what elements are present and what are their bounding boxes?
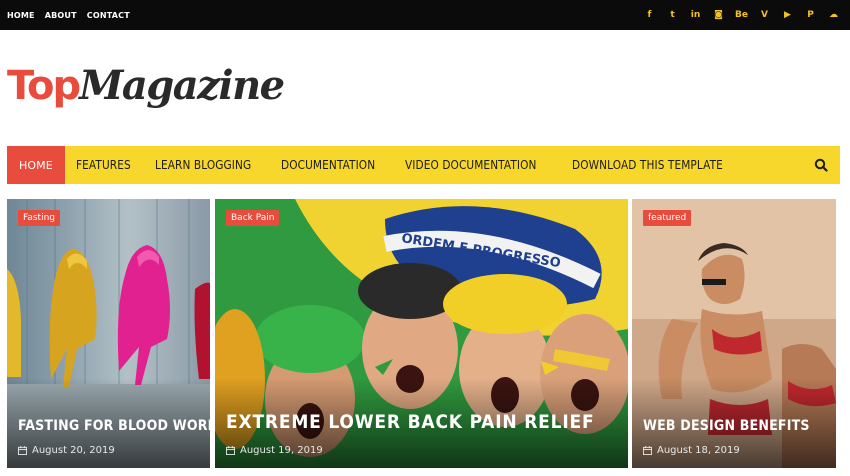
category-badge[interactable]: Fasting: [18, 210, 61, 226]
top-link-contact[interactable]: CONTACT: [87, 11, 130, 20]
card-date: August 18, 2019: [643, 445, 740, 456]
twitter-icon[interactable]: t: [666, 9, 679, 22]
card-date: August 19, 2019: [226, 445, 323, 456]
calendar-icon: [226, 446, 235, 455]
card-date-text: August 20, 2019: [32, 445, 115, 456]
nav-item-learn-blogging[interactable]: LEARN BLOGGING: [144, 146, 262, 184]
card-title[interactable]: FASTING FOR BLOOD WORK: [18, 418, 210, 434]
social-icons: f t in ◙ Be V ▶ P ☁: [643, 0, 840, 30]
facebook-icon[interactable]: f: [643, 9, 656, 22]
featured-card-back-pain[interactable]: ORDEM E PROGRESSO Back Pain EXTREME LOWE…: [215, 199, 628, 468]
logo-part-top: Top: [7, 63, 81, 109]
main-nav: HOME FEATURES LEARN BLOGGING DOCUMENTATI…: [7, 146, 840, 184]
nav-item-features[interactable]: FEATURES: [65, 146, 142, 184]
card-date-text: August 19, 2019: [240, 445, 323, 456]
nav-item-video-documentation[interactable]: VIDEO DOCUMENTATION: [394, 146, 548, 184]
nav-item-documentation[interactable]: DOCUMENTATION: [270, 146, 386, 184]
top-link-home[interactable]: HOME: [7, 11, 35, 20]
card-date-text: August 18, 2019: [657, 445, 740, 456]
card-title[interactable]: WEB DESIGN BENEFITS: [643, 418, 810, 434]
behance-icon[interactable]: Be: [735, 9, 748, 22]
linkedin-icon[interactable]: in: [689, 9, 702, 22]
instagram-icon[interactable]: ◙: [712, 9, 725, 22]
card-date: August 20, 2019: [18, 445, 115, 456]
calendar-icon: [18, 446, 27, 455]
youtube-icon[interactable]: ▶: [781, 9, 794, 22]
logo-part-magazine: Magazine: [79, 62, 285, 109]
category-badge[interactable]: featured: [643, 210, 692, 226]
nav-item-home[interactable]: HOME: [7, 146, 65, 184]
search-icon[interactable]: [814, 158, 828, 172]
top-link-about[interactable]: ABOUT: [45, 11, 77, 20]
featured-card-web-design[interactable]: featured WEB DESIGN BENEFITS August 18, …: [632, 199, 836, 468]
soundcloud-icon[interactable]: ☁: [827, 9, 840, 22]
featured-card-fasting[interactable]: Fasting FASTING FOR BLOOD WORK August 20…: [7, 199, 210, 468]
top-links: HOME ABOUT CONTACT: [7, 0, 130, 30]
site-logo[interactable]: TopMagazine: [7, 62, 285, 110]
vimeo-icon[interactable]: V: [758, 9, 771, 22]
calendar-icon: [643, 446, 652, 455]
top-bar: HOME ABOUT CONTACT f t in ◙ Be V ▶ P ☁: [0, 0, 850, 30]
pinterest-icon[interactable]: P: [804, 9, 817, 22]
nav-item-download-template[interactable]: DOWNLOAD THIS TEMPLATE: [561, 146, 734, 184]
category-badge[interactable]: Back Pain: [226, 210, 280, 226]
card-title[interactable]: EXTREME LOWER BACK PAIN RELIEF: [226, 411, 594, 433]
